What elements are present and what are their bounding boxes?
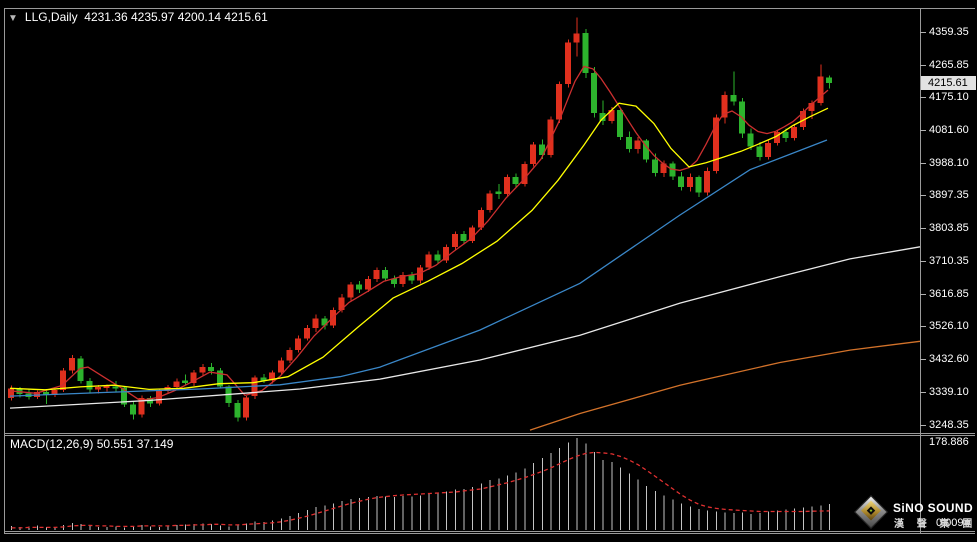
candle-body [460, 233, 467, 241]
candle-body [477, 210, 484, 228]
candle-body [312, 318, 319, 328]
candle-body [591, 72, 598, 114]
axis-tick [920, 96, 926, 98]
candle-body [129, 404, 136, 415]
candle-body [103, 386, 110, 388]
axis-tick [920, 326, 926, 328]
candle-body [704, 171, 711, 193]
candle-body [495, 191, 502, 195]
candle-body [173, 381, 180, 387]
axis-tick [920, 261, 926, 263]
candle-body [373, 270, 380, 280]
macd-header: MACD(12,26,9) 50.551 37.149 [10, 437, 173, 451]
symbol-period-label: LLG,Daily [24, 10, 78, 24]
axis-tick-label: 4175.10 [929, 90, 969, 103]
candle-body [242, 397, 249, 418]
candle-body [382, 270, 389, 279]
candle-body [425, 254, 432, 268]
axis-tick-label: 3897.35 [929, 188, 969, 201]
macd-values: 50.551 37.149 [96, 437, 174, 451]
candle-body [295, 338, 302, 350]
candle-body [68, 357, 75, 371]
axis-tick [920, 392, 926, 394]
candle-body [8, 388, 14, 399]
symbol-header: ▼ LLG,Daily 4231.36 4235.97 4200.14 4215.… [8, 10, 268, 24]
axis-tick-label: 3248.35 [929, 418, 969, 431]
candle-body [547, 119, 554, 155]
ma-fast-red-line [9, 65, 829, 402]
axis-tick [920, 359, 926, 361]
candle-body [303, 327, 310, 339]
axis-tick [920, 162, 926, 164]
candle-body [356, 284, 363, 290]
ma-orange-line [529, 340, 921, 431]
candle-body [651, 159, 658, 173]
axis-tick-label: 3988.10 [929, 156, 969, 169]
candle-body [695, 177, 702, 193]
candle-body [451, 233, 458, 248]
candle-body [573, 33, 580, 43]
candle-body [234, 402, 241, 418]
candle-body [756, 146, 763, 157]
axis-tick [920, 129, 926, 131]
candle-body [286, 349, 293, 361]
candle-body [86, 380, 93, 390]
ohlc-values: 4231.36 4235.97 4200.14 4215.61 [84, 10, 268, 24]
current-price-tag: 4215.61 [921, 75, 976, 90]
candle-body [825, 77, 832, 83]
candle-body [625, 136, 632, 149]
candle-body [347, 284, 354, 298]
candle-body [95, 386, 102, 390]
axis-tick-label: 3803.85 [929, 222, 969, 234]
candle-body [434, 254, 441, 261]
chevron-down-icon[interactable]: ▼ [8, 13, 18, 24]
axis-tick [920, 294, 926, 296]
candle-body [338, 297, 345, 311]
axis-tick-label: 4359.35 [929, 25, 969, 38]
logo-brand-text: SiNO SOUND [893, 501, 974, 515]
axis-tick-label: 3616.85 [929, 288, 969, 301]
candle-body [60, 370, 67, 391]
axis-tick-label: 3710.35 [929, 255, 969, 268]
candle-body [686, 177, 693, 188]
ma-white-line [9, 246, 921, 409]
candle-body [277, 360, 284, 373]
chart-canvas[interactable] [0, 0, 977, 542]
diamond-logo-icon [854, 495, 888, 529]
macd-label: MACD(12,26,9) [10, 437, 94, 451]
candle-body [112, 386, 119, 389]
axis-tick-label: 4265.85 [929, 58, 969, 71]
macd-scale-max: 178.886 [929, 436, 969, 448]
candle-body [791, 126, 798, 139]
candle-body [747, 133, 754, 147]
candle-body [634, 140, 641, 149]
candle-body [512, 177, 519, 185]
candle-body [182, 380, 189, 384]
candle-body [564, 42, 571, 85]
logo-chinese-text: 漢 聲 集 團 [894, 519, 977, 530]
candle-body [765, 142, 772, 157]
candle-body [782, 132, 789, 139]
candle-body [364, 279, 371, 290]
candle-body [504, 177, 511, 195]
axis-tick-label: 3526.10 [929, 320, 969, 333]
candle-body [617, 109, 624, 137]
axis-tick [920, 64, 926, 66]
candle-body [199, 366, 206, 373]
candle-body [486, 193, 493, 211]
axis-tick [920, 194, 926, 196]
candle-body [208, 367, 215, 372]
axis-tick [920, 228, 926, 229]
axis-tick-label: 4081.60 [929, 123, 969, 136]
trading-terminal: ▼ LLG,Daily 4231.36 4235.97 4200.14 4215.… [0, 0, 977, 542]
axis-tick-label: 3432.60 [929, 353, 969, 366]
candle-body [678, 176, 685, 188]
candle-body [530, 144, 537, 165]
axis-tick-label: 3339.10 [929, 386, 969, 399]
candle-body [730, 95, 737, 102]
sino-sound-logo: SiNO SOUND 漢 聲 集 團 [853, 495, 977, 532]
axis-tick [920, 31, 926, 33]
axis-tick [920, 424, 926, 426]
